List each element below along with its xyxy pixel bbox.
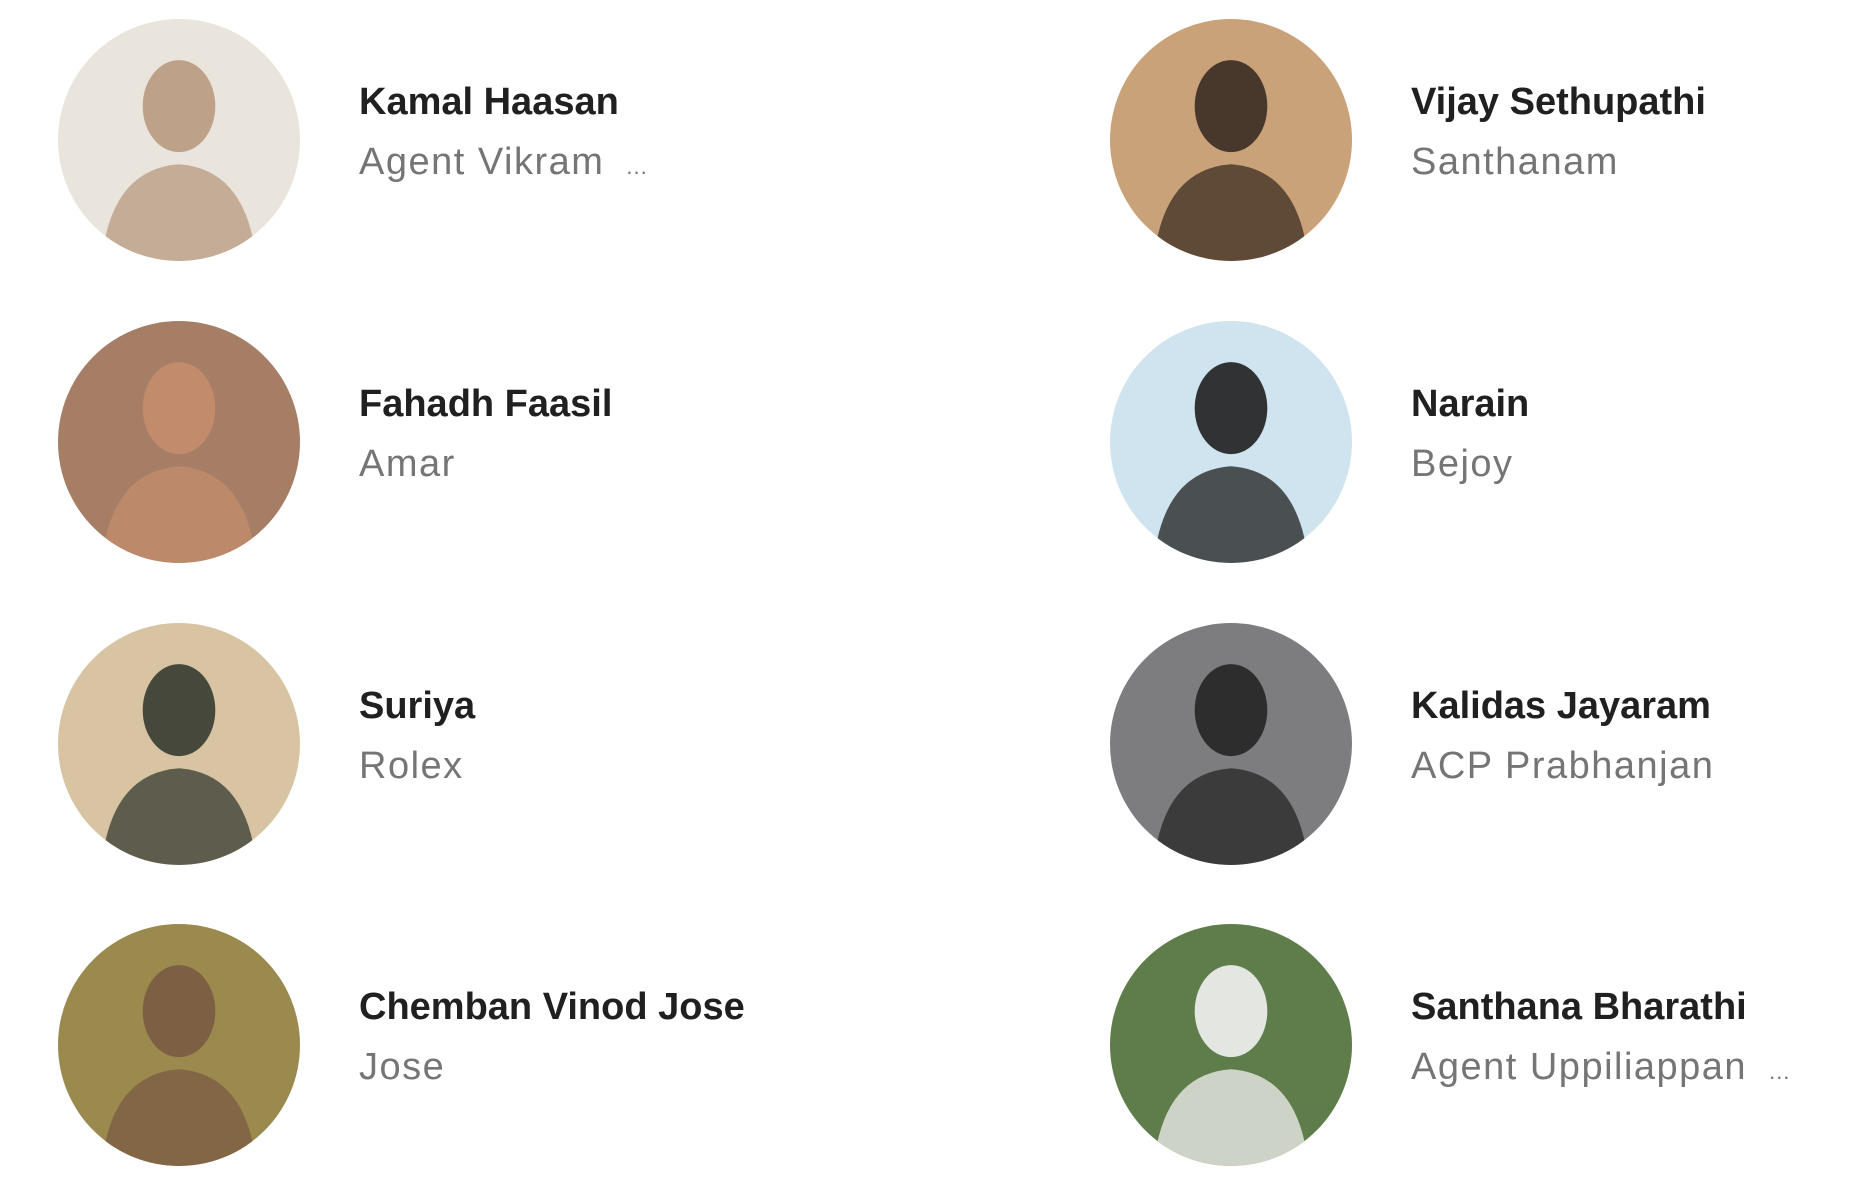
- cast-member-card[interactable]: Kalidas Jayaram ACP Prabhanjan: [1110, 623, 1850, 873]
- cast-member-card[interactable]: Suriya Rolex: [58, 623, 938, 873]
- cast-member-card[interactable]: Fahadh Faasil Amar: [58, 321, 938, 571]
- truncation-ellipsis: ...: [626, 154, 648, 179]
- actor-name[interactable]: Narain: [1411, 383, 1529, 426]
- actor-name[interactable]: Kamal Haasan: [359, 81, 619, 124]
- actor-photo[interactable]: [58, 924, 300, 1166]
- character-name: ACP Prabhanjan: [1411, 745, 1715, 787]
- character-name: Santhanam: [1411, 141, 1619, 183]
- actor-name[interactable]: Suriya: [359, 685, 475, 728]
- actor-photo[interactable]: [58, 623, 300, 865]
- character-name: Jose: [359, 1046, 446, 1088]
- truncation-ellipsis: ...: [1769, 1059, 1791, 1084]
- character-name: Agent Vikram...: [359, 141, 648, 183]
- actor-name[interactable]: Chemban Vinod Jose: [359, 986, 745, 1029]
- actor-photo[interactable]: [58, 321, 300, 563]
- character-name: Amar: [359, 443, 456, 485]
- character-name: Bejoy: [1411, 443, 1514, 485]
- character-name: Rolex: [359, 745, 464, 787]
- cast-member-card[interactable]: Santhana Bharathi Agent Uppiliappan...: [1110, 924, 1850, 1174]
- actor-photo[interactable]: [1110, 19, 1352, 261]
- cast-member-card[interactable]: Vijay Sethupathi Santhanam: [1110, 19, 1850, 269]
- actor-photo[interactable]: [58, 19, 300, 261]
- cast-member-card[interactable]: Kamal Haasan Agent Vikram...: [58, 19, 938, 269]
- actor-name[interactable]: Vijay Sethupathi: [1411, 81, 1706, 124]
- actor-photo[interactable]: [1110, 321, 1352, 563]
- actor-name[interactable]: Kalidas Jayaram: [1411, 685, 1711, 728]
- actor-photo[interactable]: [1110, 924, 1352, 1166]
- actor-photo[interactable]: [1110, 623, 1352, 865]
- actor-name[interactable]: Santhana Bharathi: [1411, 986, 1747, 1029]
- cast-member-card[interactable]: Chemban Vinod Jose Jose: [58, 924, 938, 1174]
- actor-name[interactable]: Fahadh Faasil: [359, 383, 612, 426]
- cast-member-card[interactable]: Narain Bejoy: [1110, 321, 1850, 571]
- character-name: Agent Uppiliappan...: [1411, 1046, 1791, 1088]
